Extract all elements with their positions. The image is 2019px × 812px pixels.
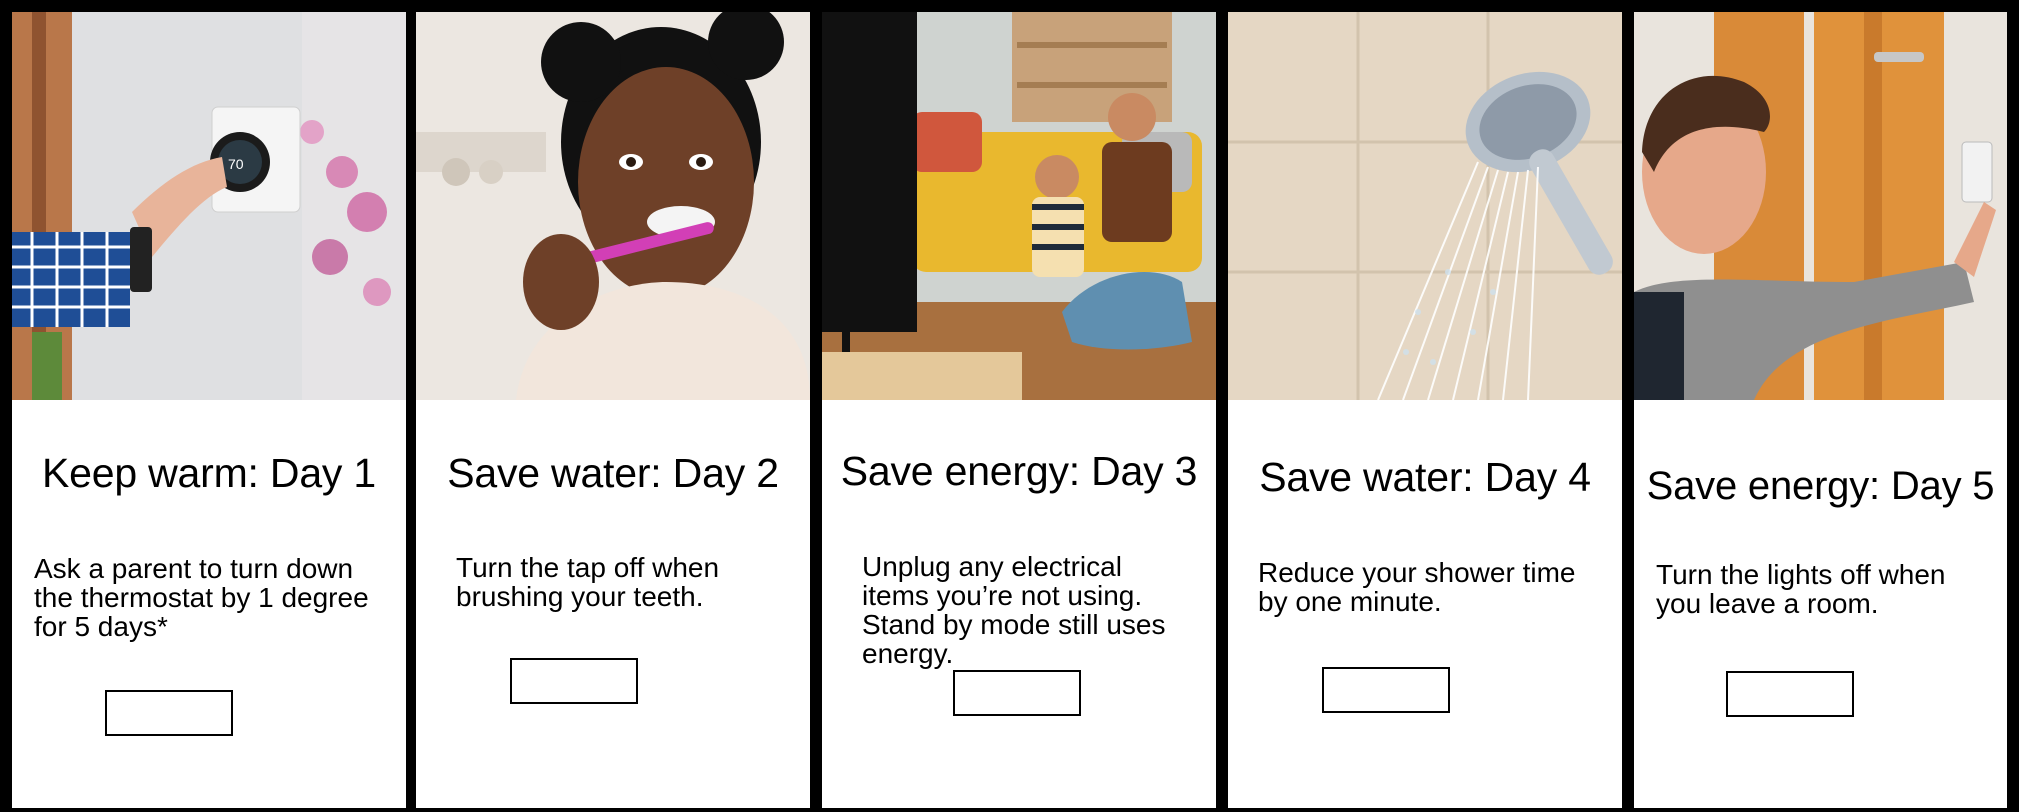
card-day-3: Save energy: Day 3 Unplug any electrical… bbox=[822, 12, 1216, 808]
card-description: Unplug any electrical items you’re not u… bbox=[862, 551, 1166, 669]
completion-checkbox[interactable] bbox=[1726, 671, 1854, 717]
shower-photo bbox=[1228, 12, 1622, 400]
thermostat-photo: 70 bbox=[12, 12, 406, 400]
completion-checkbox[interactable] bbox=[1322, 667, 1450, 713]
card-day-1: 70 Keep warm: Day 1 Ask a parent to turn… bbox=[12, 12, 406, 808]
completion-checkbox[interactable] bbox=[510, 658, 638, 704]
challenge-strip: 70 Keep warm: Day 1 Ask a parent to turn… bbox=[0, 0, 2019, 812]
card-day-2: Save water: Day 2 Turn the tap off when … bbox=[416, 12, 810, 808]
card-description: Turn the lights off when you leave a roo… bbox=[1656, 559, 1946, 619]
completion-checkbox[interactable] bbox=[953, 670, 1081, 716]
card-title: Keep warm: Day 1 bbox=[41, 450, 377, 496]
tv-gaming-photo bbox=[822, 12, 1216, 400]
card-day-4: Save water: Day 4 Reduce your shower tim… bbox=[1228, 12, 1622, 808]
card-title: Save water: Day 2 bbox=[447, 450, 779, 496]
toothbrush-photo bbox=[416, 12, 810, 400]
card-description: Reduce your shower time by one minute. bbox=[1258, 557, 1576, 617]
card-description: Turn the tap off when brushing your teet… bbox=[456, 552, 720, 612]
thermostat-reading: 70 bbox=[228, 156, 244, 172]
completion-checkbox[interactable] bbox=[105, 690, 233, 736]
light-switch-photo bbox=[1634, 12, 2007, 400]
card-title: Save energy: Day 3 bbox=[840, 448, 1198, 494]
card-day-5: Save energy: Day 5 Turn the lights off w… bbox=[1634, 12, 2007, 808]
card-title: Save energy: Day 5 bbox=[1646, 464, 1995, 508]
card-title: Save water: Day 4 bbox=[1259, 454, 1591, 500]
card-description: Ask a parent to turn down the thermostat… bbox=[34, 553, 369, 642]
